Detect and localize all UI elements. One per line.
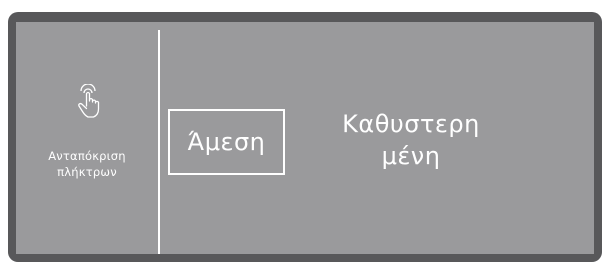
- option-delayed-label-line1: Καθυστερη: [342, 110, 480, 138]
- key-response-label: Ανταπόκριση πλήκτρων: [16, 148, 158, 180]
- vertical-divider: [158, 30, 160, 254]
- key-response-label-line2: πλήκτρων: [57, 165, 117, 179]
- touch-hand-icon: [78, 84, 100, 118]
- side-panel: Ανταπόκριση πλήκτρων: [16, 22, 158, 254]
- display-screen: Ανταπόκριση πλήκτρων Άμεση Καθυστερη μέν…: [16, 22, 594, 254]
- option-delayed-label-line2: μένη: [381, 142, 441, 170]
- device-frame: Ανταπόκριση πλήκτρων Άμεση Καθυστερη μέν…: [0, 0, 610, 264]
- option-immediate-label: Άμεση: [187, 128, 266, 156]
- option-immediate-button[interactable]: Άμεση: [168, 109, 285, 175]
- option-delayed-button[interactable]: Καθυστερη μένη: [296, 108, 526, 172]
- key-response-label-line1: Ανταπόκριση: [48, 149, 126, 163]
